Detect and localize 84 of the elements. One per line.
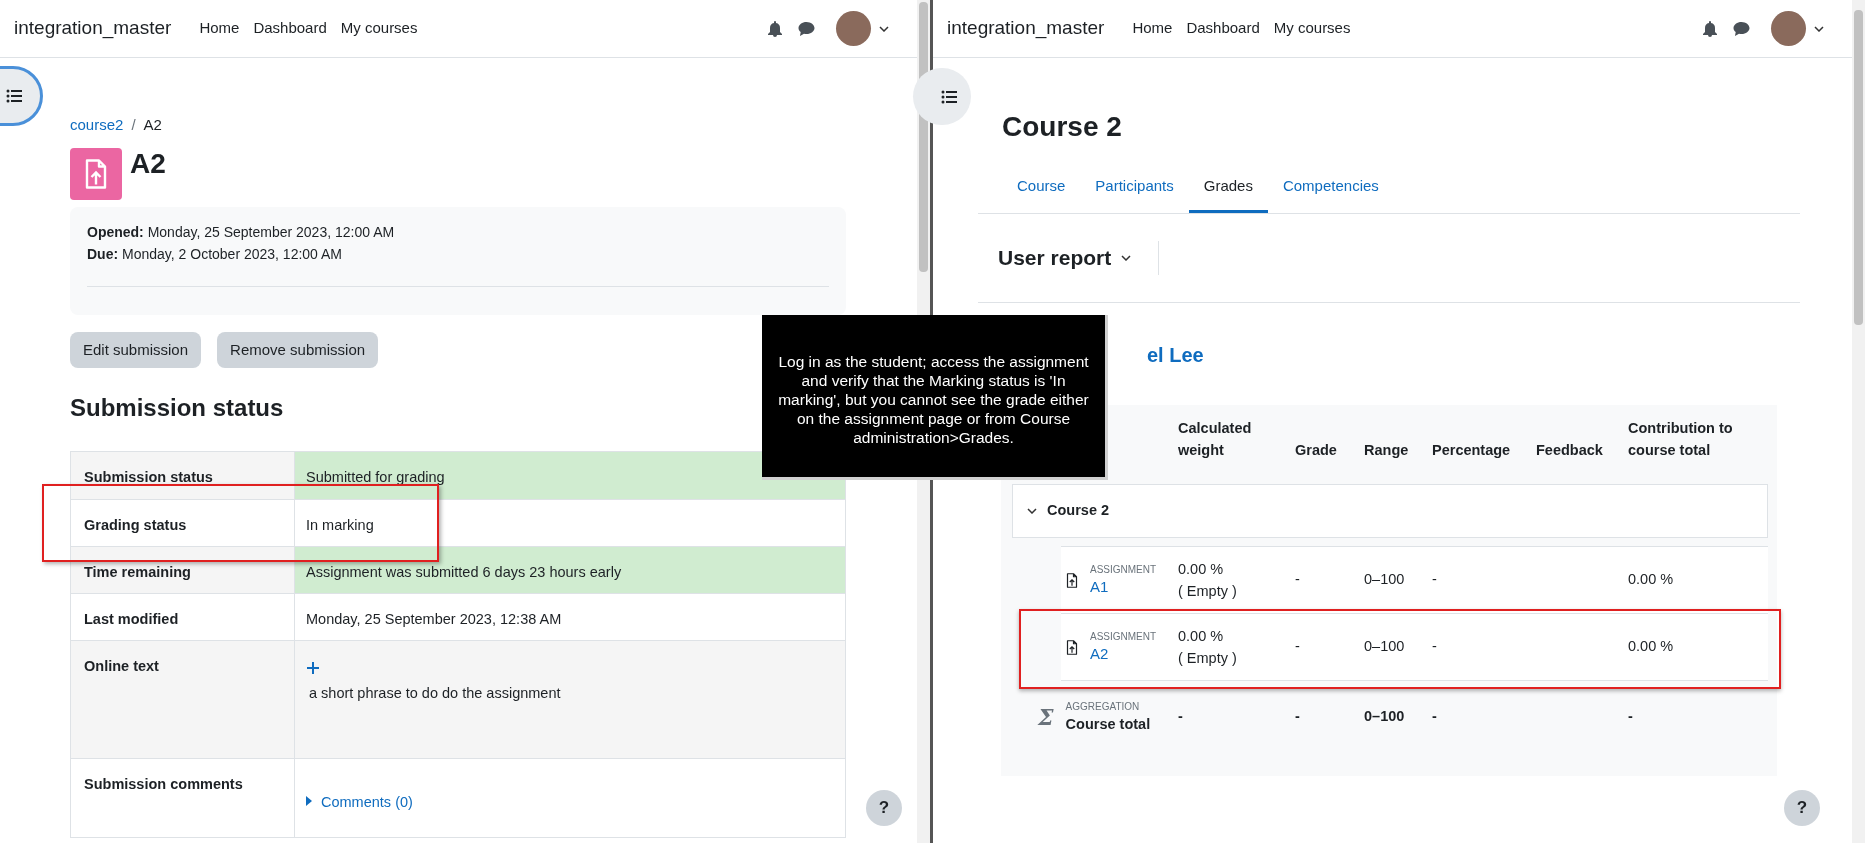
table-cell-text: ( Empty ) — [1178, 582, 1238, 601]
date-line: Due: Monday, 2 October 2023, 12:00 AM — [87, 245, 343, 264]
nav-link[interactable]: Dashboard — [1186, 17, 1260, 40]
table-cell-text: - — [1432, 637, 1438, 657]
assignment-icon — [1066, 639, 1078, 655]
comments-link[interactable]: Comments (0) — [321, 792, 413, 814]
list-icon — [941, 89, 957, 104]
table-cell-text: 0.00 % — [1178, 627, 1225, 646]
breadcrumb-item: A2 — [143, 114, 162, 135]
instruction-note: Log in as the student; access the assignment and verify that the Marking status is 'In marking', but you cannot see the grade either on the assignment page or from Course administration>Grades. — [762, 315, 1108, 480]
caret-icon — [879, 25, 889, 32]
column-header: Percentage — [1432, 441, 1512, 460]
messages-icon[interactable] — [798, 20, 815, 37]
tab[interactable]: Course — [1002, 158, 1081, 213]
expand-caret-icon — [306, 796, 312, 806]
user-name-link[interactable]: el Lee — [1147, 342, 1204, 368]
messages-icon[interactable] — [1733, 20, 1750, 37]
table-cell-text: - — [1432, 707, 1438, 727]
tab[interactable]: Competencies — [1267, 158, 1394, 213]
column-header: Range — [1364, 441, 1410, 460]
column-header: Feedback — [1536, 441, 1604, 460]
assignment-icon — [70, 148, 122, 200]
table-cell-text: 0.00 % — [1178, 560, 1225, 579]
help-button[interactable]: ? — [866, 790, 902, 826]
submission-button[interactable]: Remove submission — [217, 332, 379, 368]
breadcrumb-separator: / — [131, 114, 136, 135]
category-name: Course 2 — [1047, 501, 1110, 521]
nav-link[interactable]: Home — [199, 17, 240, 40]
course-total-label: Course total — [1065, 715, 1151, 734]
table-cell-text: - — [1432, 570, 1438, 590]
date-line: Opened: Monday, 25 September 2023, 12:00 AM — [87, 223, 396, 242]
sidebar-toggle-button[interactable] — [913, 68, 971, 125]
row-label: Online text — [71, 641, 295, 758]
table-cell-text: 0–100 — [1364, 570, 1406, 590]
collapse-caret-icon — [1027, 508, 1037, 514]
avatar[interactable] — [1771, 11, 1806, 46]
nav-link[interactable]: My courses — [1273, 17, 1351, 40]
site-name[interactable]: integration_master — [947, 14, 1105, 43]
tab[interactable]: Participants — [1080, 158, 1189, 213]
sigma-icon: Σ — [1038, 706, 1054, 728]
row-label: Time remaining — [71, 547, 295, 593]
table-cell-text: - — [1295, 637, 1301, 657]
table-cell-text: 0–100 — [1364, 637, 1406, 657]
item-type-label: AGGREGATION — [1065, 700, 1141, 714]
table-cell-text: 0.00 % — [1628, 570, 1675, 590]
table-cell-text: - — [1628, 707, 1634, 727]
nav-link[interactable]: Dashboard — [253, 17, 327, 40]
row-value: Assignment was submitted 6 days 23 hours early — [295, 547, 845, 593]
table-cell-text: - — [1295, 570, 1301, 590]
breadcrumb-item[interactable]: course2 — [70, 113, 124, 137]
page-title: Course 2 — [1002, 110, 1123, 140]
notification-bell-icon[interactable] — [1702, 20, 1718, 37]
tab[interactable]: Grades — [1188, 158, 1268, 213]
submission-button[interactable]: Edit submission — [70, 332, 202, 368]
grade-item-link[interactable]: A1 — [1090, 577, 1157, 597]
list-icon — [6, 89, 22, 103]
item-type-label: ASSIGNMENT — [1090, 563, 1157, 577]
plus-icon[interactable] — [306, 661, 320, 675]
column-header: Grade — [1295, 441, 1338, 460]
row-label: Submission status — [71, 452, 295, 499]
table-cell-text: ( Empty ) — [1178, 649, 1238, 668]
table-cell-text: 0.00 % — [1628, 637, 1675, 657]
site-name[interactable]: integration_master — [14, 14, 172, 43]
notification-bell-icon[interactable] — [767, 20, 783, 37]
table-cell-text: - — [1178, 707, 1184, 727]
grade-item-link[interactable]: A2 — [1090, 644, 1157, 664]
caret-icon — [1814, 25, 1824, 32]
table-cell-text: - — [1295, 707, 1301, 727]
column-header: Contribution to course total — [1628, 419, 1734, 460]
row-value: Submitted for grading — [295, 452, 845, 499]
page-title: A2 — [130, 150, 166, 178]
column-header: Calculated weight — [1178, 419, 1253, 460]
online-text-content: a short phrase to do do the assignment — [309, 684, 562, 703]
table-cell-text: 0–100 — [1364, 707, 1406, 727]
nav-link[interactable]: Home — [1132, 17, 1173, 40]
section-heading: Submission status — [70, 393, 284, 422]
caret-icon — [1121, 255, 1132, 261]
item-type-label: ASSIGNMENT — [1090, 630, 1157, 644]
scrollbar-thumb[interactable] — [1854, 10, 1863, 325]
nav-link[interactable]: My courses — [340, 17, 418, 40]
help-button[interactable]: ? — [1784, 790, 1820, 826]
assignment-icon — [1066, 572, 1078, 588]
avatar[interactable] — [836, 11, 871, 46]
report-selector[interactable]: User report — [998, 242, 1149, 274]
